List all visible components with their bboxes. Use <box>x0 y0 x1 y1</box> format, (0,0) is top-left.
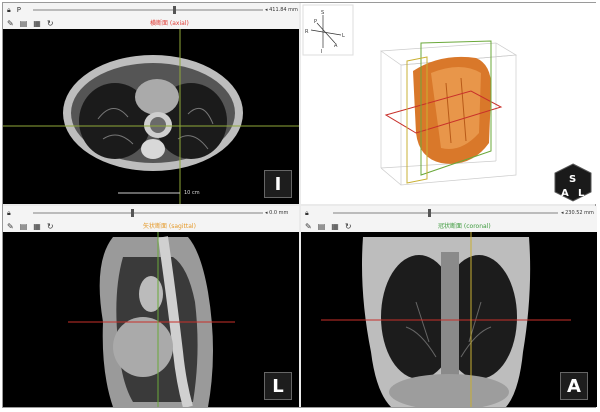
3d-viewport[interactable]: S R L P A I S A L <box>301 3 597 204</box>
axial-orientation-label: I <box>264 170 292 198</box>
lungs-volume <box>413 56 492 164</box>
bottom-left-slice-slider[interactable] <box>33 206 263 220</box>
axial-image <box>3 29 299 204</box>
pen-icon[interactable]: ✎ <box>305 222 312 231</box>
cube-label-s: S <box>569 174 576 185</box>
compass-widget: S R L P A I <box>302 4 354 56</box>
coronal-viewport[interactable]: A <box>301 232 597 407</box>
pin-icon[interactable]: P <box>17 6 21 14</box>
compass-s: S <box>321 10 324 16</box>
reset-icon[interactable]: ↻ <box>345 222 352 231</box>
compass-a: A <box>334 43 338 49</box>
cube-label-l: L <box>578 188 585 199</box>
sagittal-image <box>68 232 235 407</box>
top-left-slice-slider[interactable] <box>33 3 263 17</box>
layers-icon[interactable]: ▦ <box>33 222 41 231</box>
coronal-image <box>321 232 571 407</box>
sagittal-viewport[interactable]: L <box>3 232 299 407</box>
compass-l: L <box>342 33 345 39</box>
layers-icon[interactable]: ▦ <box>33 19 41 28</box>
coronal-view-title: 冠状断面 (coronal) <box>438 223 491 230</box>
compass-i: I <box>321 49 322 55</box>
sagittal-orientation-label: L <box>264 372 292 400</box>
pen-icon[interactable]: ✎ <box>7 222 14 231</box>
axial-scale-label: 10 cm <box>184 190 200 196</box>
app-window: 🔒︎ P ◂ 411.84 mm ✎ ▤ ▦ ↻ 横断面 (axial) 10 … <box>2 2 597 408</box>
bottom-left-slider-value: ◂ 0.0 mm <box>265 210 289 216</box>
axial-viewport[interactable]: 10 cm I <box>3 29 299 204</box>
reset-icon[interactable]: ↻ <box>47 222 54 231</box>
cube-label-a: A <box>561 188 569 199</box>
document-icon[interactable]: ▤ <box>20 222 28 231</box>
compass-p: P <box>314 19 317 25</box>
top-left-slider-value: ◂ 411.84 mm <box>265 7 298 13</box>
sagittal-view-title: 矢状断面 (sagittal) <box>143 223 196 230</box>
lock-icon[interactable]: 🔒︎ <box>305 209 309 218</box>
bottom-right-slider-value: ◂ 230.52 mm <box>561 210 594 216</box>
reset-icon[interactable]: ↻ <box>47 19 54 28</box>
bottom-right-slice-slider[interactable] <box>333 206 558 220</box>
lock-icon[interactable]: 🔒︎ <box>7 209 11 218</box>
coronal-orientation-label: A <box>560 372 588 400</box>
document-icon[interactable]: ▤ <box>20 19 28 28</box>
orientation-cube[interactable]: S A L <box>553 162 593 202</box>
pen-icon[interactable]: ✎ <box>7 19 14 28</box>
layers-icon[interactable]: ▦ <box>331 222 339 231</box>
compass-r: R <box>305 29 309 35</box>
axial-view-title: 横断面 (axial) <box>150 20 189 27</box>
lock-icon[interactable]: 🔒︎ <box>7 6 11 15</box>
document-icon[interactable]: ▤ <box>318 222 326 231</box>
